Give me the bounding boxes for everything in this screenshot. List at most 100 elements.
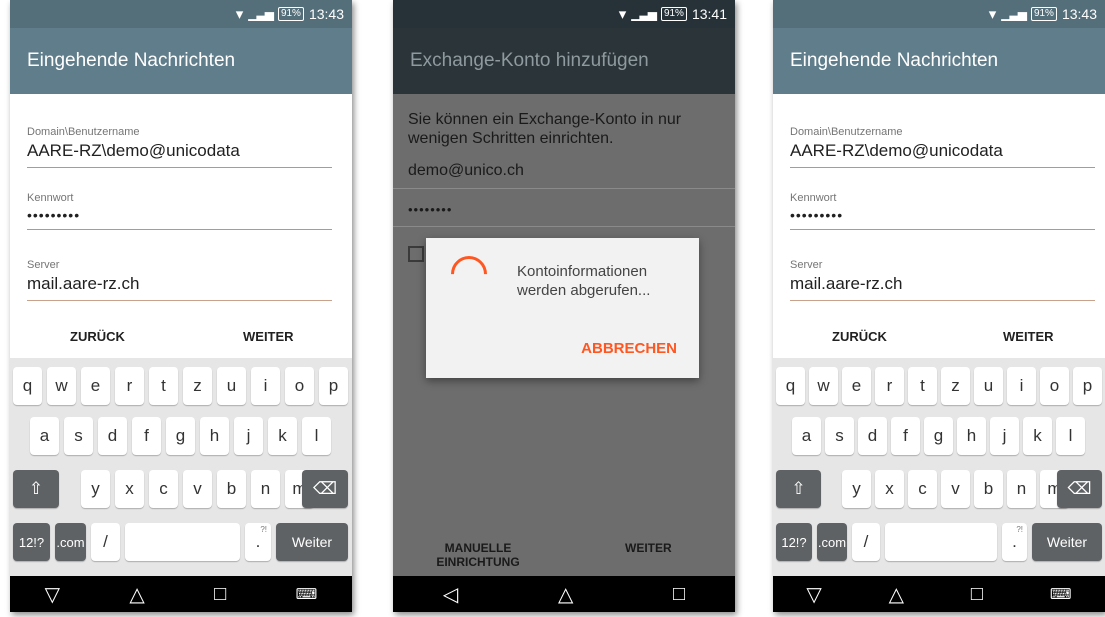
shift-key[interactable]: ⇧ (13, 470, 59, 508)
key-x[interactable]: x (115, 470, 144, 508)
home-icon[interactable]: △ (889, 582, 904, 607)
checkbox[interactable] (408, 246, 424, 262)
key-j[interactable]: j (234, 417, 263, 455)
key-y[interactable]: y (842, 470, 871, 508)
server-field[interactable]: Server mail.aare-rz.ch (27, 259, 332, 301)
key-e[interactable]: e (81, 367, 110, 405)
key-p[interactable]: p (319, 367, 348, 405)
key-i[interactable]: i (251, 367, 280, 405)
key-f[interactable]: f (891, 417, 920, 455)
server-input[interactable]: mail.aare-rz.ch (27, 274, 332, 301)
key-h[interactable]: h (200, 417, 229, 455)
email-input[interactable]: demo@unico.ch (408, 162, 524, 180)
username-field[interactable]: Domain\Benutzername AARE-RZ\demo@unicoda… (790, 126, 1095, 168)
key-u[interactable]: u (974, 367, 1003, 405)
key-g[interactable]: g (924, 417, 953, 455)
key-l[interactable]: l (1056, 417, 1085, 455)
recents-icon[interactable]: □ (673, 583, 685, 606)
password-field[interactable]: Kennwort ••••••••• (27, 192, 332, 230)
progress-dialog: Kontoinformationen werden abgerufen... A… (426, 238, 699, 378)
enter-key[interactable]: Weiter (276, 523, 348, 561)
key-s[interactable]: s (64, 417, 93, 455)
key-i[interactable]: i (1007, 367, 1036, 405)
server-field[interactable]: Server mail.aare-rz.ch (790, 259, 1095, 301)
dotcom-key[interactable]: .com (55, 523, 86, 561)
symbols-key[interactable]: 12!? (776, 523, 812, 561)
key-r[interactable]: r (115, 367, 144, 405)
password-input[interactable]: ••••••••• (790, 207, 1095, 230)
key-d[interactable]: d (858, 417, 887, 455)
key-a[interactable]: a (792, 417, 821, 455)
key-b[interactable]: b (974, 470, 1003, 508)
key-u[interactable]: u (217, 367, 246, 405)
key-p[interactable]: p (1073, 367, 1102, 405)
password-field[interactable]: Kennwort ••••••••• (790, 192, 1095, 230)
key-h[interactable]: h (957, 417, 986, 455)
username-input[interactable]: AARE-RZ\demo@unicodata (27, 141, 332, 168)
next-button[interactable]: WEITER (1003, 329, 1054, 344)
key-d[interactable]: d (98, 417, 127, 455)
back-icon[interactable]: ▽ (45, 582, 60, 607)
backspace-key[interactable]: ⌫ (1057, 470, 1102, 508)
key-c[interactable]: c (149, 470, 178, 508)
symbols-key[interactable]: 12!? (13, 523, 50, 561)
next-button[interactable]: WEITER (625, 541, 672, 555)
key-z[interactable]: z (183, 367, 212, 405)
password-input[interactable]: •••••••• (408, 202, 452, 217)
shift-key[interactable]: ⇧ (776, 470, 821, 508)
recents-icon[interactable]: □ (214, 583, 226, 606)
key-a[interactable]: a (30, 417, 59, 455)
server-input[interactable]: mail.aare-rz.ch (790, 274, 1095, 301)
slash-key[interactable]: / (91, 523, 120, 561)
enter-key[interactable]: Weiter (1032, 523, 1102, 561)
key-s[interactable]: s (825, 417, 854, 455)
key-o[interactable]: o (1040, 367, 1069, 405)
back-icon[interactable]: ▽ (806, 582, 821, 607)
key-l[interactable]: l (302, 417, 331, 455)
back-button[interactable]: ZURÜCK (832, 329, 887, 344)
period-key[interactable]: ?! . (245, 523, 271, 561)
username-input[interactable]: AARE-RZ\demo@unicodata (790, 141, 1095, 168)
key-k[interactable]: k (1023, 417, 1052, 455)
recents-icon[interactable]: □ (971, 583, 983, 606)
slash-key[interactable]: / (852, 523, 880, 561)
key-y[interactable]: y (81, 470, 110, 508)
key-c[interactable]: c (908, 470, 937, 508)
key-j[interactable]: j (990, 417, 1019, 455)
home-icon[interactable]: △ (558, 582, 573, 607)
key-o[interactable]: o (285, 367, 314, 405)
dotcom-key[interactable]: .com (817, 523, 847, 561)
back-icon[interactable]: ◁ (443, 582, 458, 607)
key-e[interactable]: e (842, 367, 871, 405)
key-q[interactable]: q (776, 367, 805, 405)
key-t[interactable]: t (149, 367, 178, 405)
key-n[interactable]: n (1007, 470, 1036, 508)
key-z[interactable]: z (941, 367, 970, 405)
key-r[interactable]: r (875, 367, 904, 405)
manual-setup-button[interactable]: MANUELLE EINRICHTUNG (433, 541, 523, 569)
key-q[interactable]: q (13, 367, 42, 405)
key-w[interactable]: w (47, 367, 76, 405)
space-key[interactable] (885, 523, 997, 561)
key-g[interactable]: g (166, 417, 195, 455)
period-key[interactable]: ?! . (1002, 523, 1027, 561)
home-icon[interactable]: △ (129, 582, 144, 607)
key-f[interactable]: f (132, 417, 161, 455)
key-v[interactable]: v (941, 470, 970, 508)
keyboard-icon[interactable]: ⌨ (1050, 585, 1072, 603)
key-k[interactable]: k (268, 417, 297, 455)
back-button[interactable]: ZURÜCK (70, 329, 125, 344)
next-button[interactable]: WEITER (243, 329, 294, 344)
key-n[interactable]: n (251, 470, 280, 508)
key-w[interactable]: w (809, 367, 838, 405)
key-v[interactable]: v (183, 470, 212, 508)
cancel-button[interactable]: ABBRECHEN (581, 340, 677, 357)
backspace-key[interactable]: ⌫ (302, 470, 348, 508)
keyboard-icon[interactable]: ⌨ (296, 585, 318, 603)
key-b[interactable]: b (217, 470, 246, 508)
space-key[interactable] (125, 523, 240, 561)
key-x[interactable]: x (875, 470, 904, 508)
username-field[interactable]: Domain\Benutzername AARE-RZ\demo@unicoda… (27, 126, 332, 168)
password-input[interactable]: ••••••••• (27, 207, 332, 230)
key-t[interactable]: t (908, 367, 937, 405)
